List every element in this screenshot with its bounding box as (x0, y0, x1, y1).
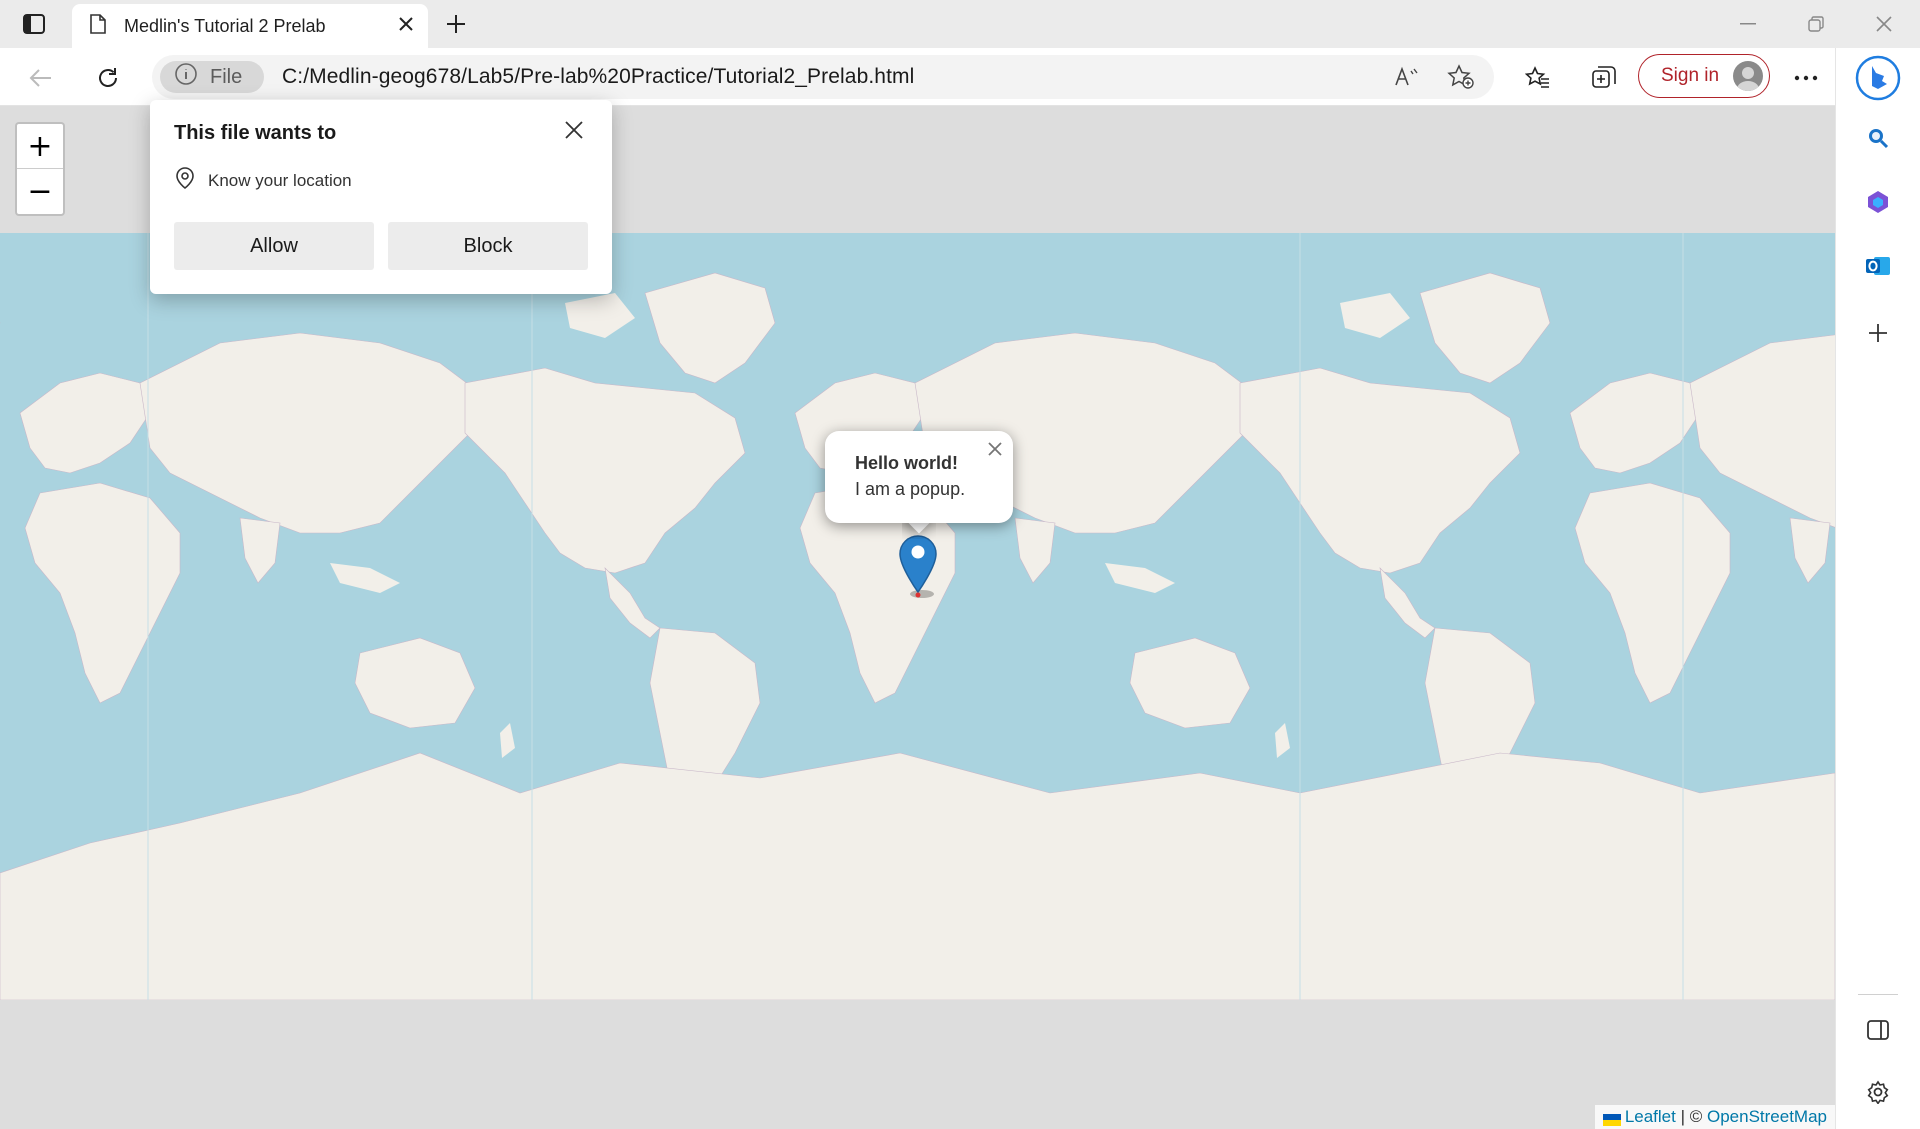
block-button[interactable]: Block (388, 222, 588, 270)
read-aloud-icon[interactable] (1392, 63, 1422, 91)
sidebar-toggle-icon[interactable] (1858, 1010, 1898, 1050)
location-permission-dialog: This file wants to Know your location Al… (150, 100, 612, 294)
office-icon[interactable] (1858, 182, 1898, 222)
refresh-icon[interactable] (91, 61, 125, 95)
popup-text: I am a popup. (855, 479, 966, 499)
close-window-icon[interactable] (1864, 10, 1904, 38)
popup-title: Hello world! (855, 453, 958, 473)
zoom-control: + − (15, 122, 65, 216)
openstreetmap-link[interactable]: OpenStreetMap (1707, 1107, 1827, 1127)
map-attribution: Leaflet | © OpenStreetMap (1594, 1105, 1835, 1129)
minimize-icon[interactable] (1728, 10, 1768, 38)
permission-request-row: Know your location (174, 166, 352, 195)
tab-active[interactable]: Medlin's Tutorial 2 Prelab (72, 4, 428, 48)
permission-request-text: Know your location (208, 170, 352, 190)
tab-title: Medlin's Tutorial 2 Prelab (124, 15, 326, 36)
page-icon (90, 13, 106, 39)
search-icon[interactable] (1858, 118, 1898, 158)
zoom-out-button[interactable]: − (17, 169, 63, 214)
tab-actions-icon[interactable] (18, 10, 50, 38)
restore-icon[interactable] (1796, 10, 1836, 38)
sign-in-label: Sign in (1661, 65, 1720, 86)
address-bar[interactable]: File C:/Medlin-geog678/Lab5/Pre-lab%20Pr… (152, 55, 1494, 99)
close-icon[interactable] (560, 116, 588, 144)
world-map-tiles (0, 233, 1835, 1000)
new-tab-button[interactable] (440, 10, 472, 38)
map-marker-icon[interactable] (898, 534, 938, 600)
browser-window: Medlin's Tutorial 2 Prelab File C:/Medli… (0, 0, 1920, 1129)
info-icon (174, 62, 198, 92)
tab-strip: Medlin's Tutorial 2 Prelab (0, 0, 1920, 48)
close-tab-icon[interactable] (398, 16, 414, 37)
permission-title: This file wants to (174, 122, 337, 144)
collections-icon[interactable] (1587, 61, 1621, 95)
bing-icon[interactable] (1854, 54, 1902, 102)
favorites-icon[interactable] (1521, 61, 1555, 95)
leaflet-map[interactable] (0, 233, 1835, 1000)
sign-in-button[interactable]: Sign in (1638, 54, 1770, 98)
ukraine-flag-icon (1602, 1111, 1621, 1126)
back-arrow-icon[interactable] (24, 61, 58, 95)
sidebar-divider (1858, 994, 1898, 995)
gear-icon[interactable] (1858, 1072, 1898, 1112)
add-sidebar-app-icon[interactable] (1858, 313, 1898, 353)
outlook-icon[interactable] (1858, 246, 1898, 286)
more-icon[interactable] (1789, 61, 1823, 95)
edge-sidebar (1835, 48, 1920, 1129)
leaflet-link[interactable]: Leaflet (1625, 1107, 1676, 1127)
allow-button[interactable]: Allow (174, 222, 374, 270)
attribution-separator: | © (1675, 1107, 1707, 1126)
close-icon[interactable] (985, 439, 1005, 459)
map-popup: Hello world! I am a popup. (825, 431, 1013, 523)
avatar (1733, 61, 1763, 91)
address-toolbar: File C:/Medlin-geog678/Lab5/Pre-lab%20Pr… (0, 48, 1920, 106)
zoom-in-button[interactable]: + (17, 124, 63, 169)
location-pin-icon (174, 166, 196, 195)
site-info-button[interactable]: File (160, 61, 264, 93)
url-text[interactable]: C:/Medlin-geog678/Lab5/Pre-lab%20Practic… (282, 65, 914, 89)
site-chip-label: File (210, 65, 243, 88)
add-favorite-icon[interactable] (1446, 63, 1476, 91)
